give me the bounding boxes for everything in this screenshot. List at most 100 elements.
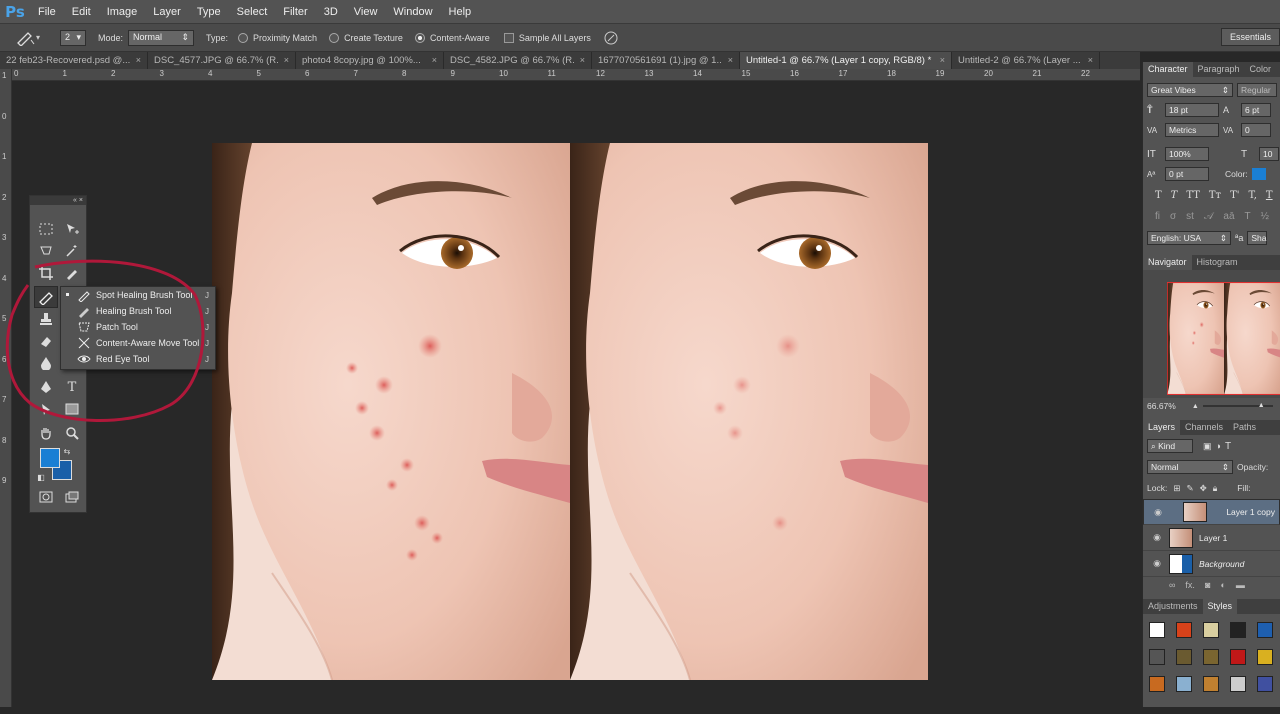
tools-panel-header[interactable]: « × [30,196,86,205]
style-swatch[interactable] [1149,649,1165,665]
eyedropper-tool-icon[interactable] [62,264,82,282]
link-layers-icon[interactable]: ∞ [1169,580,1175,590]
panel-tab-paths[interactable]: Paths [1228,420,1261,435]
kerning-select[interactable]: Metrics [1165,123,1219,137]
flyout-item-healing-brush-tool[interactable]: Healing Brush Tool J [61,303,215,319]
blend-mode-select[interactable]: Normal ⇕ [1147,460,1233,474]
font-size-select[interactable]: 18 pt [1165,103,1219,117]
filter-type-icon[interactable]: T [1225,441,1231,452]
panel-tab-paragraph[interactable]: Paragraph [1193,62,1245,77]
new-group-icon[interactable]: ▬ [1236,580,1245,590]
zoom-slider-handle[interactable]: ▲ [1258,402,1265,409]
navigator-thumbnail[interactable] [1167,282,1280,395]
tracking-select[interactable]: 0 [1241,123,1271,137]
visibility-eye-icon[interactable]: ◉ [1151,558,1163,569]
horizontal-scale-field[interactable]: 10 [1259,147,1279,161]
layer-row[interactable]: ◉ Layer 1 copy [1143,499,1280,525]
swash-button[interactable]: 𝒜 [1204,211,1213,222]
blur-tool-icon[interactable] [36,354,56,372]
font-style-select[interactable]: Regular [1237,83,1277,97]
flyout-item-content-aware-move-tool[interactable]: Content-Aware Move Tool J [61,335,215,351]
layer-row[interactable]: ◉ Layer 1 [1143,525,1280,551]
lock-all-icon[interactable]: 🔒︎ [1213,483,1218,494]
filter-pixel-icon[interactable]: ▣ [1203,441,1212,452]
panel-tab-navigator[interactable]: Navigator [1143,255,1192,270]
flyout-item-spot-healing-brush-tool[interactable]: Spot Healing Brush Tool J [61,287,215,303]
menu-type[interactable]: Type [189,0,229,24]
panel-tab-adjustments[interactable]: Adjustments [1143,599,1203,614]
faux-bold-button[interactable]: T [1155,190,1162,201]
style-swatch[interactable] [1176,622,1192,638]
close-icon[interactable]: × [432,52,437,69]
mode-select[interactable]: Normal ⇕ [128,29,195,46]
close-icon[interactable]: × [728,52,733,69]
menu-filter[interactable]: Filter [275,0,315,24]
discretionary-button[interactable]: σ [1170,211,1176,222]
font-family-select[interactable]: Great Vibes ⇕ [1147,83,1233,97]
path-selection-tool-icon[interactable] [36,400,56,418]
style-swatch[interactable] [1257,676,1273,692]
crop-tool-icon[interactable] [36,264,56,282]
menu-window[interactable]: Window [385,0,440,24]
panel-tab-histogram[interactable]: Histogram [1192,255,1243,270]
menu-image[interactable]: Image [99,0,146,24]
document-tab[interactable]: Untitled-2 @ 66.7% (Layer ... × [952,52,1100,69]
menu-view[interactable]: View [346,0,386,24]
pen-tool-icon[interactable] [36,378,56,396]
menu-3d[interactable]: 3D [316,0,346,24]
language-select[interactable]: English: USA ⇕ [1147,231,1231,245]
panel-tab-sw[interactable]: Sw [1276,62,1280,77]
flyout-item-red-eye-tool[interactable]: Red Eye Tool J [61,351,215,367]
zoom-out-icon[interactable]: ▲ [1192,403,1199,410]
document-tab[interactable]: photo4 8copy.jpg @ 100%... × [296,52,444,69]
layer-filter-select[interactable]: ⌕ Kind [1147,439,1193,453]
document-tab[interactable]: 1677070561691 (1).jpg @ 1... × [592,52,740,69]
menu-select[interactable]: Select [229,0,276,24]
small-caps-button[interactable]: Tт [1209,190,1221,201]
document-tab[interactable]: DSC_4577.JPG @ 66.7% (R... × [148,52,296,69]
collapse-icon[interactable]: « [73,197,77,204]
eraser-tool-icon[interactable] [36,332,56,350]
style-swatch[interactable] [1203,649,1219,665]
faux-italic-button[interactable]: T [1171,190,1178,201]
baseline-shift-field[interactable]: 0 pt [1165,167,1209,181]
document-tab[interactable]: Untitled-1 @ 66.7% (Layer 1 copy, RGB/8)… [740,52,952,69]
type-tool-icon[interactable]: T [62,378,82,396]
style-swatch[interactable] [1203,676,1219,692]
workspace-switcher[interactable]: Essentials [1220,28,1280,46]
rectangle-tool-icon[interactable] [62,400,82,418]
tool-preset-picker[interactable]: ▾ [14,30,40,46]
content-aware-radio[interactable]: Content-Aware [414,32,490,43]
style-swatch[interactable] [1176,676,1192,692]
pressure-size-button[interactable] [603,30,619,46]
lock-image-icon[interactable]: ✎ [1186,483,1193,494]
filter-adjustment-icon[interactable]: ◑ [1216,441,1221,451]
style-swatch[interactable] [1230,649,1246,665]
close-icon[interactable]: × [940,52,945,69]
close-icon[interactable]: × [284,52,289,69]
screen-mode-icon[interactable] [62,488,82,506]
close-icon[interactable]: × [79,197,83,204]
lock-transparency-icon[interactable]: ⊞ [1173,483,1180,494]
titling-button[interactable]: aā [1223,211,1234,222]
leading-select[interactable]: 6 pt [1241,103,1271,117]
zoom-slider[interactable]: ▲ [1202,402,1273,409]
foreground-color-swatch[interactable] [40,448,60,468]
document-tab[interactable]: DSC_4582.JPG @ 66.7% (R... × [444,52,592,69]
layer-row[interactable]: ◉ Background [1143,551,1280,577]
visibility-eye-icon[interactable]: ◉ [1151,532,1163,543]
close-icon[interactable]: × [580,52,585,69]
move-tool-icon[interactable] [62,220,82,238]
clone-stamp-tool-icon[interactable] [36,310,56,328]
panel-tab-channels[interactable]: Channels [1180,420,1228,435]
menu-layer[interactable]: Layer [145,0,189,24]
panel-tab-character[interactable]: Character [1143,62,1193,77]
text-color-swatch[interactable] [1251,168,1266,180]
subscript-button[interactable]: T, [1249,190,1257,201]
ruler-vertical[interactable]: 1 0 1 2 3 4 5 6 7 8 9 [0,69,12,707]
proximity-match-radio[interactable]: Proximity Match [238,32,317,43]
document-tab[interactable]: 22 feb23-Recovered.psd @... × [0,52,148,69]
ordinal-button[interactable]: T [1245,211,1251,222]
marquee-tool-icon[interactable] [36,220,56,238]
close-icon[interactable]: × [136,52,141,69]
